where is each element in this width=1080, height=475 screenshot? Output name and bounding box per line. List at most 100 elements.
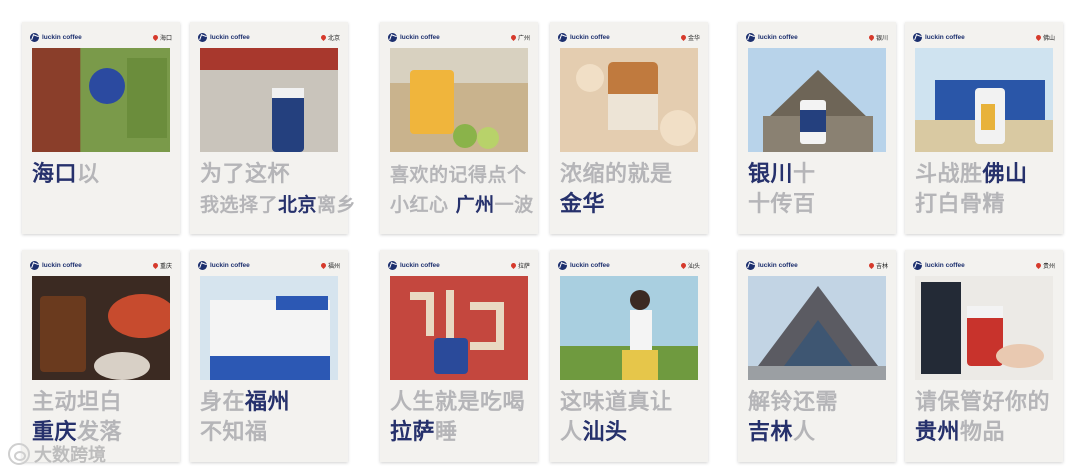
slogan-city-highlight: 福州	[245, 390, 291, 415]
luckin-deer-logo-icon	[558, 260, 567, 270]
slogan-line: 不知福	[200, 420, 344, 446]
card-photo	[32, 276, 170, 380]
poster-card[interactable]: luckin coffee 汕头 这味道真让 人汕头	[550, 250, 708, 462]
poster-card[interactable]: luckin coffee 重庆 主动坦白 重庆发落	[22, 250, 180, 462]
slogan-city-highlight: 银川	[748, 162, 794, 187]
city-name: 贵州	[1042, 262, 1055, 270]
city-name: 海口	[159, 34, 172, 42]
city-tag: 重庆	[151, 261, 172, 270]
poster-card[interactable]: luckin coffee 福州身在福州不知福	[190, 250, 348, 462]
location-pin-icon	[679, 33, 688, 41]
poster-card[interactable]: luckin coffee 贵州 请保管好你的 贵州物品	[905, 250, 1063, 462]
slogan-text: 打白骨精	[915, 192, 1006, 217]
card-header: luckin coffee 福州	[198, 259, 340, 271]
slogan-line: 喜欢的记得点个	[390, 162, 534, 188]
slogan-text: 一波	[494, 194, 534, 216]
location-pin-icon	[151, 261, 160, 269]
poster-card[interactable]: luckin coffee 金华 浓缩的就是 金华	[550, 22, 708, 234]
city-name: 重庆	[159, 262, 172, 270]
slogan-city-highlight: 北京	[278, 194, 318, 216]
slogan-text: 为了这杯	[200, 162, 291, 187]
slogan-line: 浓缩的就是	[560, 162, 704, 188]
slogan-text: 物品	[960, 420, 1006, 445]
slogan-text: 这味道真让	[560, 390, 673, 415]
slogan-line: 斗战胜佛山	[915, 162, 1059, 188]
city-tag: 金华	[679, 33, 700, 42]
slogan-line: 打白骨精	[915, 192, 1059, 218]
card-photo	[32, 48, 170, 152]
slogan-line: 海口以	[32, 162, 176, 188]
brand-name: luckin coffee	[42, 33, 82, 41]
slogan-city-highlight: 吉林	[748, 420, 794, 445]
poster-card[interactable]: luckin coffee 吉林 解铃还需 吉林人	[738, 250, 896, 462]
slogan-text: 我选择了	[200, 194, 279, 216]
slogan-text: 离乡	[317, 194, 357, 216]
brand-name: luckin coffee	[210, 33, 250, 41]
card-photo	[915, 48, 1053, 152]
city-tag: 海口	[151, 33, 172, 42]
card-photo	[200, 48, 338, 152]
brand-name: luckin coffee	[570, 261, 610, 269]
poster-card[interactable]: luckin coffee 北京 为了这杯 我选择了北京离乡	[190, 22, 356, 234]
slogan-text: 小红心	[390, 194, 456, 216]
card-header: luckin coffee 贵州	[913, 259, 1055, 271]
slogan-city-highlight: 拉萨	[390, 420, 436, 445]
slogan-text: 不知福	[200, 420, 268, 445]
city-name: 北京	[327, 34, 340, 42]
city-name: 金华	[687, 34, 700, 42]
city-tag: 北京	[319, 33, 340, 42]
location-pin-icon	[679, 261, 688, 269]
slogan-line: 主动坦白	[32, 390, 176, 416]
luckin-deer-logo-icon	[746, 32, 755, 42]
slogan-city-highlight: 金华	[560, 192, 606, 217]
watermark: 大数跨境	[8, 440, 106, 468]
brand-name: luckin coffee	[758, 261, 798, 269]
slogan-line: 金华	[560, 192, 704, 218]
slogan-line: 我选择了北京离乡	[200, 192, 356, 218]
card-header: luckin coffee 重庆	[30, 259, 172, 271]
card-header: luckin coffee 拉萨	[388, 259, 530, 271]
brand-name: luckin coffee	[925, 33, 965, 41]
slogan-line: 为了这杯	[200, 162, 344, 188]
city-name: 银川	[875, 34, 888, 42]
luckin-deer-logo-icon	[198, 260, 207, 270]
city-name: 吉林	[875, 262, 888, 270]
slogan-line: 吉林人	[748, 420, 892, 446]
slogan-text: 十	[793, 162, 816, 187]
card-header: luckin coffee 吉林	[746, 259, 888, 271]
card-photo	[200, 276, 338, 380]
card-header: luckin coffee 北京	[198, 31, 340, 43]
city-tag: 贵州	[1034, 261, 1055, 270]
slogan-city-highlight: 佛山	[982, 162, 1028, 187]
slogan-line: 贵州物品	[915, 420, 1059, 446]
luckin-deer-logo-icon	[913, 32, 922, 42]
city-tag: 福州	[319, 261, 340, 270]
location-pin-icon	[867, 261, 876, 269]
poster-card[interactable]: luckin coffee 海口海口以	[22, 22, 180, 234]
brand-name: luckin coffee	[400, 261, 440, 269]
luckin-deer-logo-icon	[388, 260, 397, 270]
slogan-text: 以	[77, 162, 100, 187]
watermark-text: 大数跨境	[34, 445, 106, 466]
slogan-text: 十传百	[748, 192, 816, 217]
location-pin-icon	[151, 33, 160, 41]
poster-card[interactable]: luckin coffee 广州 喜欢的记得点个 小红心 广州一波	[380, 22, 538, 234]
location-pin-icon	[319, 33, 328, 41]
card-header: luckin coffee 海口	[30, 31, 172, 43]
slogan-text: 解铃还需	[748, 390, 839, 415]
poster-card[interactable]: luckin coffee 拉萨 人生就是吃喝 拉萨睡	[380, 250, 538, 462]
poster-card[interactable]: luckin coffee 佛山 斗战胜佛山打白骨精	[905, 22, 1063, 234]
luckin-deer-logo-icon	[746, 260, 755, 270]
location-pin-icon	[509, 261, 518, 269]
city-tag: 广州	[509, 33, 530, 42]
brand-name: luckin coffee	[758, 33, 798, 41]
card-header: luckin coffee 银川	[746, 31, 888, 43]
slogan-text: 浓缩的就是	[560, 162, 673, 187]
city-name: 汕头	[687, 262, 700, 270]
brand-name: luckin coffee	[570, 33, 610, 41]
slogan-line: 这味道真让	[560, 390, 704, 416]
poster-card[interactable]: luckin coffee 银川 银川十 十传百	[738, 22, 896, 234]
slogan-text: 睡	[435, 420, 458, 445]
slogan-line: 身在福州	[200, 390, 344, 416]
slogan-text: 请保管好你的	[915, 390, 1051, 415]
